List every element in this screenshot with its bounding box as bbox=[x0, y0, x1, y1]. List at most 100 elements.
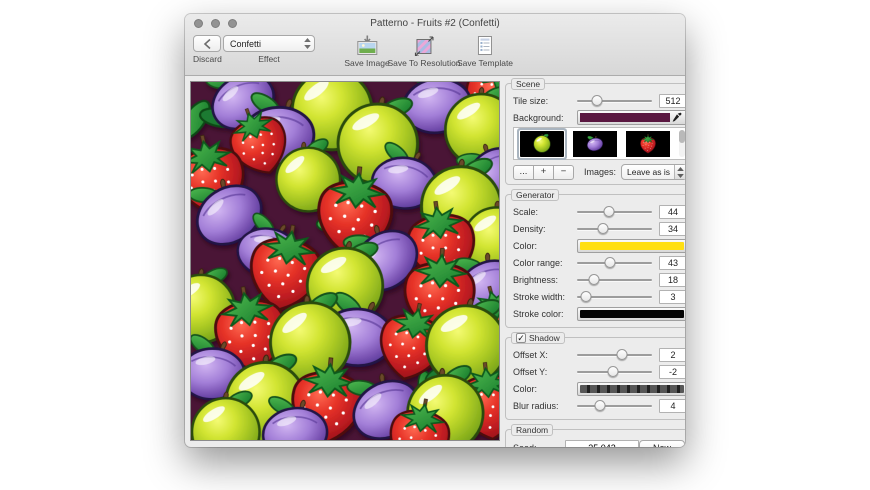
scene-group-title: Scene bbox=[511, 78, 546, 90]
shadow-group: ✓ Shadow Offset X: Offset Y: Color bbox=[505, 332, 685, 420]
save-to-resolution-label: Save To Resolution bbox=[387, 58, 461, 68]
blur-radius-slider[interactable] bbox=[577, 400, 652, 411]
save-template-group[interactable]: Save Template bbox=[457, 35, 513, 68]
eyedropper-icon[interactable] bbox=[670, 112, 684, 124]
scale-label: Scale: bbox=[513, 206, 539, 217]
color-range-value[interactable] bbox=[659, 255, 685, 270]
generator-group-title: Generator bbox=[511, 189, 560, 201]
shadow-checkbox[interactable]: ✓ bbox=[516, 333, 526, 343]
scale-row: Scale: bbox=[513, 204, 685, 219]
offset-x-value[interactable] bbox=[659, 347, 685, 362]
random-group: Random Seed: New bbox=[505, 424, 685, 448]
images-stepper-icon bbox=[674, 165, 685, 179]
brightness-label: Brightness: bbox=[513, 274, 559, 285]
brightness-row: Brightness: bbox=[513, 272, 685, 287]
save-image-group[interactable]: Save Image bbox=[344, 35, 390, 68]
images-dropdown[interactable]: Leave as is bbox=[621, 164, 685, 180]
minimize-window-button[interactable] bbox=[211, 19, 220, 28]
back-chevron-icon bbox=[203, 38, 211, 49]
color-range-label: Color range: bbox=[513, 257, 563, 268]
pattern-preview[interactable] bbox=[190, 81, 500, 441]
offset-x-row: Offset X: bbox=[513, 347, 685, 362]
blur-radius-row: Blur radius: bbox=[513, 398, 685, 413]
effect-dropdown[interactable]: Confetti bbox=[223, 35, 315, 52]
dropdown-stepper-icon bbox=[303, 38, 314, 49]
stroke-color-well[interactable] bbox=[577, 306, 685, 321]
remove-image-button[interactable]: − bbox=[553, 164, 574, 180]
scene-group: Scene Tile size: Background: bbox=[505, 78, 685, 185]
apple-thumbnail[interactable] bbox=[520, 130, 564, 157]
save-template-label: Save Template bbox=[456, 58, 514, 68]
stroke-color-label: Stroke color: bbox=[513, 308, 564, 319]
traffic-lights bbox=[194, 19, 237, 28]
shadow-title-text: Shadow bbox=[529, 333, 560, 343]
density-slider[interactable] bbox=[577, 223, 652, 234]
discard-button[interactable] bbox=[193, 35, 222, 52]
window-title: Patterno - Fruits #2 (Confetti) bbox=[370, 18, 500, 29]
close-window-button[interactable] bbox=[194, 19, 203, 28]
add-image-button[interactable]: + bbox=[533, 164, 554, 180]
stroke-width-label: Stroke width: bbox=[513, 291, 566, 302]
image-thumbnail-list bbox=[513, 127, 685, 160]
shadow-color-label: Color: bbox=[513, 383, 538, 394]
stroke-color-row: Stroke color: bbox=[513, 306, 685, 321]
titlebar[interactable]: Patterno - Fruits #2 (Confetti) bbox=[185, 14, 685, 33]
scale-value[interactable] bbox=[659, 204, 685, 219]
images-dropdown-value: Leave as is bbox=[627, 167, 670, 177]
discard-group: Discard bbox=[193, 35, 222, 64]
random-group-title: Random bbox=[511, 424, 554, 436]
background-row: Background: bbox=[513, 110, 685, 125]
shadow-color-well[interactable] bbox=[577, 381, 685, 396]
color-row: Color: bbox=[513, 238, 685, 253]
desktop: Patterno - Fruits #2 (Confetti) Discard … bbox=[0, 0, 870, 490]
tile-size-value[interactable] bbox=[659, 93, 685, 108]
offset-y-slider[interactable] bbox=[577, 366, 652, 377]
offset-y-label: Offset Y: bbox=[513, 366, 548, 377]
background-label: Background: bbox=[513, 112, 564, 123]
plum-thumbnail[interactable] bbox=[573, 130, 617, 157]
generator-group: Generator Scale: Density: Color: bbox=[505, 189, 685, 328]
generator-color-well[interactable] bbox=[577, 238, 685, 253]
save-to-resolution-group[interactable]: Save To Resolution bbox=[387, 35, 461, 68]
effect-group: Confetti Effect bbox=[223, 35, 315, 64]
content-area: Scene Tile size: Background: bbox=[185, 76, 685, 447]
new-seed-button[interactable]: New bbox=[639, 439, 685, 447]
brightness-value[interactable] bbox=[659, 272, 685, 287]
background-color-well[interactable] bbox=[577, 110, 685, 125]
patterno-window: Patterno - Fruits #2 (Confetti) Discard … bbox=[185, 14, 685, 447]
color-range-row: Color range: bbox=[513, 255, 685, 270]
offset-y-value[interactable] bbox=[659, 364, 685, 379]
image-buttons-row: ... + − Images: Leave as is bbox=[513, 164, 685, 180]
settings-panel: Scene Tile size: Background: bbox=[505, 78, 685, 448]
more-images-button[interactable]: ... bbox=[513, 164, 534, 180]
scale-slider[interactable] bbox=[577, 206, 652, 217]
blur-radius-label: Blur radius: bbox=[513, 400, 559, 411]
window-header: Patterno - Fruits #2 (Confetti) Discard … bbox=[185, 14, 685, 76]
blur-radius-value[interactable] bbox=[659, 398, 685, 413]
tile-size-label: Tile size: bbox=[513, 95, 549, 106]
color-label: Color: bbox=[513, 240, 538, 251]
thumbnail-scrollbar[interactable] bbox=[679, 130, 685, 157]
zoom-window-button[interactable] bbox=[228, 19, 237, 28]
save-image-icon bbox=[355, 35, 379, 56]
stroke-width-row: Stroke width: bbox=[513, 289, 685, 304]
shadow-color-row: Color: bbox=[513, 381, 685, 396]
density-value[interactable] bbox=[659, 221, 685, 236]
stroke-width-value[interactable] bbox=[659, 289, 685, 304]
strawberry-thumbnail[interactable] bbox=[626, 130, 670, 157]
density-label: Density: bbox=[513, 223, 546, 234]
save-to-resolution-icon bbox=[413, 35, 435, 56]
discard-label: Discard bbox=[193, 54, 222, 64]
color-range-slider[interactable] bbox=[577, 257, 652, 268]
brightness-slider[interactable] bbox=[577, 274, 652, 285]
stroke-width-slider[interactable] bbox=[577, 291, 652, 302]
save-image-label: Save Image bbox=[344, 58, 390, 68]
tile-size-slider[interactable] bbox=[577, 95, 652, 106]
effect-dropdown-value: Confetti bbox=[230, 38, 262, 49]
offset-x-label: Offset X: bbox=[513, 349, 548, 360]
offset-x-slider[interactable] bbox=[577, 349, 652, 360]
toolbar: Discard Confetti Effect Save Image Save … bbox=[185, 33, 685, 75]
images-label: Images: bbox=[583, 167, 616, 177]
seed-label: Seed: bbox=[513, 443, 553, 448]
seed-field[interactable] bbox=[565, 439, 639, 447]
